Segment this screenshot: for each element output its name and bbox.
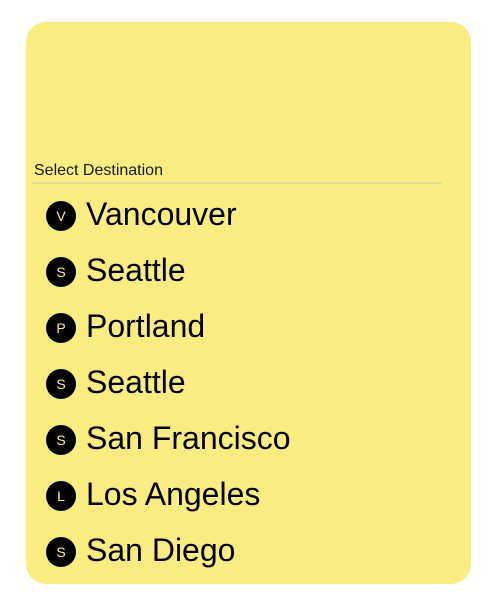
destination-name: San Diego (86, 532, 236, 568)
destination-item-seattle-2[interactable]: S Seattle (46, 354, 291, 410)
destination-initial-badge: P (46, 313, 76, 343)
destination-initial-badge: V (46, 201, 76, 231)
destination-item-los-angeles[interactable]: L Los Angeles (46, 466, 291, 522)
destination-name: Seattle (86, 252, 186, 288)
destination-item-san-diego[interactable]: S San Diego (46, 522, 291, 578)
destination-name: Los Angeles (86, 476, 261, 512)
destination-name: San Francisco (86, 420, 291, 456)
destination-item-vancouver[interactable]: V Vancouver (46, 186, 291, 242)
destination-initial-badge: S (46, 369, 76, 399)
destination-name: Portland (86, 308, 206, 344)
divider (32, 182, 442, 184)
destination-card: Select Destination V Vancouver S Seattle… (26, 22, 471, 584)
destination-list: V Vancouver S Seattle P Portland S Seatt… (46, 186, 291, 578)
destination-item-seattle[interactable]: S Seattle (46, 242, 291, 298)
destination-name: Vancouver (86, 196, 237, 232)
destination-initial-badge: S (46, 537, 76, 567)
destination-item-portland[interactable]: P Portland (46, 298, 291, 354)
destination-initial-badge: S (46, 257, 76, 287)
destination-item-san-francisco[interactable]: S San Francisco (46, 410, 291, 466)
select-destination-label: Select Destination (34, 162, 163, 179)
destination-initial-badge: L (46, 481, 76, 511)
destination-initial-badge: S (46, 425, 76, 455)
destination-name: Seattle (86, 364, 186, 400)
